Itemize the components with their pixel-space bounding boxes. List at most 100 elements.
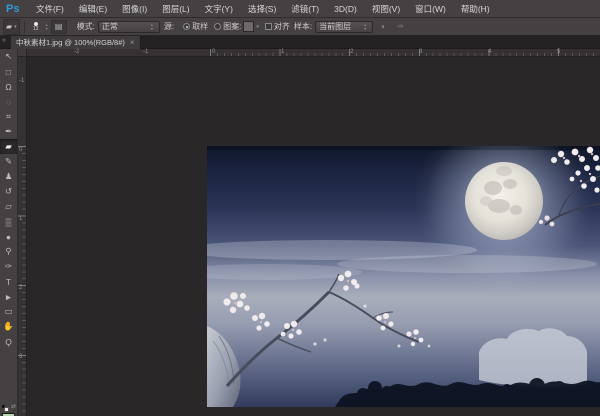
brush-preset-spinner[interactable]: ▴ ▾ <box>46 23 48 29</box>
rectangle-shape-tool[interactable]: ▭ <box>0 304 17 319</box>
pattern-radio[interactable] <box>214 23 221 30</box>
quick-selection-tool[interactable]: ◌ <box>0 94 17 109</box>
mode-dropdown[interactable]: 正常 ▴▾ <box>98 21 160 33</box>
dodge-tool[interactable]: ⚲ <box>0 244 17 259</box>
gradient-tool[interactable]: ▒ <box>0 214 17 229</box>
ruler-label: -1 <box>19 78 24 84</box>
move-tool[interactable]: ↖ <box>0 49 17 64</box>
eraser-icon: ▱ <box>5 201 12 212</box>
menu-type[interactable]: 文字(Y) <box>197 3 240 15</box>
rock <box>207 326 240 407</box>
eraser-tool[interactable]: ▱ <box>0 199 17 214</box>
menu-file[interactable]: 文件(F) <box>28 3 71 15</box>
ruler-label: -2 <box>74 49 79 55</box>
menu-filter[interactable]: 滤镜(T) <box>284 3 327 15</box>
default-colors-icon[interactable] <box>2 405 8 411</box>
rectangular-marquee-tool[interactable]: □ <box>0 64 17 79</box>
photo-artwork <box>207 146 600 407</box>
type-icon: T <box>6 277 11 287</box>
brush-tool[interactable]: ✎ <box>0 154 17 169</box>
ruler-label: 2 <box>19 285 22 291</box>
menu-window[interactable]: 窗口(W) <box>408 3 454 15</box>
pen-icon: ✑ <box>5 261 12 272</box>
pen-tool[interactable]: ✑ <box>0 259 17 274</box>
pattern-picker[interactable] <box>243 21 254 32</box>
menu-image[interactable]: 图像(I) <box>115 3 155 15</box>
healing-brush-tool[interactable]: ▰ <box>0 139 17 154</box>
pattern-label: 图案: <box>223 21 241 32</box>
tool-preset-picker[interactable]: ▰ ▾ <box>3 19 20 35</box>
tab-overflow-icon[interactable]: « <box>2 37 6 44</box>
document-tab-bar: « 中秋素材1.jpg @ 100%(RGB/8#) × <box>0 36 600 49</box>
mode-label: 模式: <box>77 21 95 32</box>
lasso-tool[interactable]: Ω <box>0 79 17 94</box>
brush-icon: ✎ <box>5 156 12 167</box>
dropdown-arrows-icon: ▴▾ <box>151 23 153 29</box>
panel-icon: ▤ <box>55 22 63 31</box>
history-brush-tool[interactable]: ↺ <box>0 184 17 199</box>
vertical-ruler[interactable]: -1 0 1 2 3 <box>18 57 27 416</box>
pasteboard <box>27 57 600 416</box>
source-label: 源: <box>164 21 174 32</box>
toggle-brush-panel-button[interactable]: ▤ <box>51 20 67 34</box>
aligned-checkbox[interactable] <box>265 23 272 30</box>
pen-pressure-size-button[interactable]: ✑ <box>394 21 407 33</box>
zoom-icon: Ϙ <box>5 337 12 347</box>
crop-tool[interactable]: ⌗ <box>0 109 17 124</box>
document-canvas[interactable] <box>207 146 600 407</box>
crop-icon: ⌗ <box>6 111 11 122</box>
quick-selection-icon: ◌ <box>6 97 11 107</box>
ruler-label: -1 <box>143 49 148 55</box>
ruler-corner <box>18 49 27 57</box>
lasso-icon: Ω <box>5 82 11 92</box>
caret-down-icon: ▾ <box>256 24 259 30</box>
sampled-label: 取样 <box>192 21 208 32</box>
swap-colors-icon[interactable]: ⇄ <box>11 403 16 410</box>
dodge-icon: ⚲ <box>5 246 11 257</box>
mode-value: 正常 <box>102 21 148 32</box>
menu-select[interactable]: 选择(S) <box>240 3 283 15</box>
type-tool[interactable]: T <box>0 274 17 289</box>
hand-icon: ✋ <box>3 321 14 332</box>
eyedropper-tool[interactable]: ✒ <box>0 124 17 139</box>
menu-help[interactable]: 帮助(H) <box>453 3 497 15</box>
ruler-label: 3 <box>19 354 22 360</box>
document-tab-title: 中秋素材1.jpg @ 100%(RGB/8#) <box>16 37 125 48</box>
ruler-label: 0 <box>19 147 22 153</box>
sample-value: 当前图层 <box>319 21 361 32</box>
sample-dropdown[interactable]: 当前图层 ▴▾ <box>315 21 373 33</box>
blossom-branch-bottom-left <box>223 271 430 386</box>
ignore-adjustment-layers-button[interactable]: ◐ <box>377 21 390 33</box>
horizontal-ruler[interactable]: -2 -1 0 1 2 3 4 5 <box>27 49 600 57</box>
tools-panel: ↖ □ Ω ◌ ⌗ ✒ ▰ ✎ ♟ ↺ ▱ ▒ ● ⚲ ✑ T ► ▭ ✋ Ϙ … <box>0 49 18 416</box>
separator <box>24 21 25 33</box>
document-tab[interactable]: 中秋素材1.jpg @ 100%(RGB/8#) × <box>11 36 141 49</box>
clone-stamp-tool[interactable]: ♟ <box>0 169 17 184</box>
hand-tool[interactable]: ✋ <box>0 319 17 334</box>
healing-brush-icon: ▰ <box>6 22 12 31</box>
caret-down-icon: ▾ <box>14 24 17 30</box>
close-icon[interactable]: × <box>130 38 135 47</box>
menu-layer[interactable]: 图层(L) <box>155 3 197 15</box>
sample-label: 样本: <box>294 21 312 32</box>
cloud <box>479 328 587 387</box>
zoom-tool[interactable]: Ϙ <box>0 334 17 349</box>
blur-icon: ● <box>6 232 11 242</box>
menu-edit[interactable]: 编辑(E) <box>71 3 114 15</box>
clone-stamp-icon: ♟ <box>5 171 13 182</box>
eyedropper-icon: ✒ <box>5 126 12 137</box>
photoshop-logo: Ps <box>6 3 19 15</box>
ruler-label: 0 <box>212 49 215 55</box>
ruler-label: 5 <box>557 49 560 55</box>
path-selection-tool[interactable]: ► <box>0 289 17 304</box>
ruler-label: 4 <box>488 49 491 55</box>
blur-tool[interactable]: ● <box>0 229 17 244</box>
dropdown-arrows-icon: ▴▾ <box>364 23 366 29</box>
healing-brush-icon: ▰ <box>5 141 12 152</box>
gradient-icon: ▒ <box>5 217 11 227</box>
menu-view[interactable]: 视图(V) <box>364 3 407 15</box>
brush-preset-picker[interactable]: 13 <box>29 19 43 34</box>
sampled-radio[interactable] <box>183 23 190 30</box>
menu-3d[interactable]: 3D(D) <box>327 4 365 14</box>
brush-size-value: 13 <box>33 27 39 31</box>
